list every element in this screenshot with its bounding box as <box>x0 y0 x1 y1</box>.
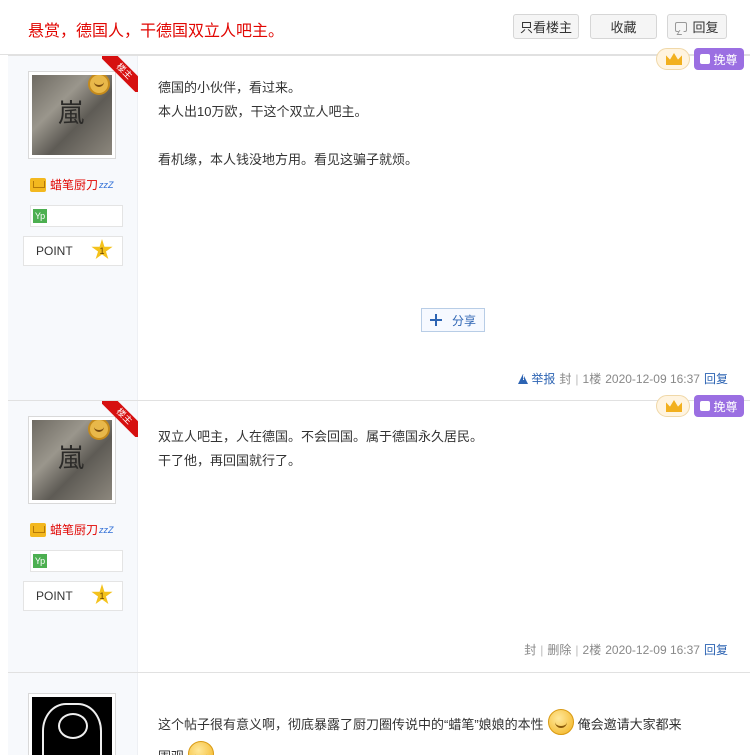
report-link[interactable]: 举报 <box>518 370 555 387</box>
seal-link[interactable]: 封 <box>559 370 571 387</box>
op-ribbon: 楼主 <box>102 401 138 437</box>
hand-icon <box>700 54 711 64</box>
avatar-glyph: 嵐 <box>58 99 85 129</box>
post-body: 双立人吧主，人在德国。不会回国。属于德国永久居民。 干了他，再回国就行了。 <box>158 425 733 473</box>
post-reply-link[interactable]: 回复 <box>704 370 728 387</box>
username[interactable]: 蜡笔厨刀 <box>50 521 98 538</box>
hand-icon <box>700 401 711 411</box>
level-badge-box: Yp <box>30 550 123 572</box>
level-badge[interactable]: Yp <box>33 209 47 223</box>
post-time: 2020-12-09 16:37 <box>605 642 700 657</box>
star-icon: 1 <box>91 584 113 605</box>
share-button[interactable]: 分享 <box>421 308 485 332</box>
post-line: 围观 <box>158 741 738 755</box>
delete-link[interactable]: 删除 <box>547 641 571 658</box>
post-tail: 举报 封 | 1楼 2020-12-09 16:37 回复 <box>518 370 728 387</box>
post-line: 本人出10万欧，干这个双立人吧主。 <box>158 104 368 119</box>
separator: | <box>575 371 579 386</box>
post-text: 围观 <box>158 749 184 755</box>
point-value: 1 <box>99 591 105 601</box>
save-post-label: 挽尊 <box>713 399 738 414</box>
op-ribbon: 楼主 <box>102 56 138 92</box>
warning-icon <box>518 373 529 384</box>
plus-icon <box>429 314 442 326</box>
post-content: 挽尊 双立人吧主，人在德国。不会回国。属于德国永久居民。 干了他，再回国就行了。… <box>158 395 750 672</box>
level-badge[interactable]: Yp <box>33 554 47 568</box>
author-sidebar: 嵐 楼主 蜡笔厨刀 zzZ Yp POINT 1 <box>8 56 138 400</box>
point-label: POINT <box>36 244 73 258</box>
post-floor-3: 这个帖子很有意义啊，彻底暴露了厨刀圈传说中的“蜡笔”娘娘的本性 俺会邀请大家都来 … <box>8 672 750 755</box>
post-line: 双立人吧主，人在德国。不会回国。属于德国永久居民。 <box>158 429 484 444</box>
vip-crown-icon <box>30 177 46 192</box>
reply-bubble-icon <box>675 21 688 32</box>
only-op-button[interactable]: 只看楼主 <box>513 14 579 39</box>
username[interactable]: 蜡笔厨刀 <box>50 176 98 193</box>
username-row: 蜡笔厨刀 zzZ <box>30 521 114 538</box>
separator: | <box>540 642 544 657</box>
save-post-tag[interactable]: 挽尊 <box>694 48 744 70</box>
avatar-sketch-icon <box>42 703 102 755</box>
favorite-button[interactable]: 收藏 <box>590 14 657 39</box>
thread-title: 悬赏，德国人，干德国双立人吧主。 <box>28 23 285 40</box>
post-line: 看机缘，本人钱没地方用。看见这骗子就烦。 <box>158 152 419 167</box>
save-post-label: 挽尊 <box>713 52 738 67</box>
thread-header: 悬赏，德国人，干德国双立人吧主。 只看楼主 收藏 回复 <box>0 0 750 55</box>
avatar-image: 嵐 <box>32 75 112 155</box>
post-reply-link[interactable]: 回复 <box>704 641 728 658</box>
seal-link[interactable]: 封 <box>524 641 536 658</box>
post-tags: 挽尊 <box>656 395 744 417</box>
post-line: 干了他，再回国就行了。 <box>158 453 302 468</box>
smile-emoji-icon <box>547 709 574 735</box>
post-line: 这个帖子很有意义啊，彻底暴露了厨刀圈传说中的“蜡笔”娘娘的本性 俺会邀请大家都来 <box>158 709 738 737</box>
post-content: 挽尊 德国的小伙伴，看过来。 本人出10万欧，干这个双立人吧主。 看机缘，本人钱… <box>158 48 750 400</box>
star-icon: 1 <box>91 239 113 260</box>
post-body: 这个帖子很有意义啊，彻底暴露了厨刀圈传说中的“蜡笔”娘娘的本性 俺会邀请大家都来 … <box>158 709 738 755</box>
post-tags: 挽尊 <box>656 48 744 70</box>
post-line: 德国的小伙伴，看过来。 <box>158 80 302 95</box>
sleep-icon: zzZ <box>99 179 114 190</box>
report-label: 举报 <box>531 372 556 386</box>
avatar-image: 嵐 <box>32 420 112 500</box>
point-label: POINT <box>36 589 73 603</box>
level-badge-box: Yp <box>30 205 123 227</box>
post-tail: 封 | 删除 | 2楼 2020-12-09 16:37 回复 <box>524 641 728 658</box>
point-box: POINT 1 <box>23 581 123 611</box>
save-post-tag[interactable]: 挽尊 <box>694 395 744 417</box>
post-text: 俺会邀请大家都来 <box>577 717 682 732</box>
post-content: 这个帖子很有意义啊，彻底暴露了厨刀圈传说中的“蜡笔”娘娘的本性 俺会邀请大家都来 … <box>158 673 750 755</box>
avatar-glyph: 嵐 <box>58 444 85 474</box>
point-box: POINT 1 <box>23 236 123 266</box>
crown-icon[interactable] <box>656 48 690 70</box>
avatar-image <box>32 697 112 755</box>
post-line <box>158 124 733 148</box>
crown-icon[interactable] <box>656 395 690 417</box>
author-sidebar <box>8 673 138 755</box>
post-text: 这个帖子很有意义啊，彻底暴露了厨刀圈传说中的“蜡笔”娘娘的本性 <box>158 717 544 732</box>
separator: | <box>575 642 579 657</box>
floor-number: 2楼 <box>582 643 602 657</box>
post-time: 2020-12-09 16:37 <box>605 371 700 386</box>
point-value: 1 <box>99 246 105 256</box>
post-floor-1: 嵐 楼主 蜡笔厨刀 zzZ Yp POINT 1 挽尊 德国的小伙伴，看过来。 … <box>8 48 750 400</box>
sleep-icon: zzZ <box>99 524 114 535</box>
post-floor-2: 嵐 楼主 蜡笔厨刀 zzZ Yp POINT 1 挽尊 双立人吧主，人在德国。不… <box>8 395 750 672</box>
floor-number: 1楼 <box>582 372 602 386</box>
username-row: 蜡笔厨刀 zzZ <box>30 176 114 193</box>
share-label: 分享 <box>451 313 476 328</box>
op-ribbon-label: 楼主 <box>102 56 138 92</box>
reply-button-label: 回复 <box>692 20 719 35</box>
vip-crown-icon <box>30 522 46 537</box>
post-body: 德国的小伙伴，看过来。 本人出10万欧，干这个双立人吧主。 看机缘，本人钱没地方… <box>158 76 733 172</box>
smile-emoji-icon <box>188 741 215 755</box>
reply-button[interactable]: 回复 <box>667 14 727 39</box>
op-ribbon-label: 楼主 <box>102 401 138 437</box>
author-sidebar: 嵐 楼主 蜡笔厨刀 zzZ Yp POINT 1 <box>8 401 138 672</box>
avatar[interactable] <box>28 693 116 755</box>
